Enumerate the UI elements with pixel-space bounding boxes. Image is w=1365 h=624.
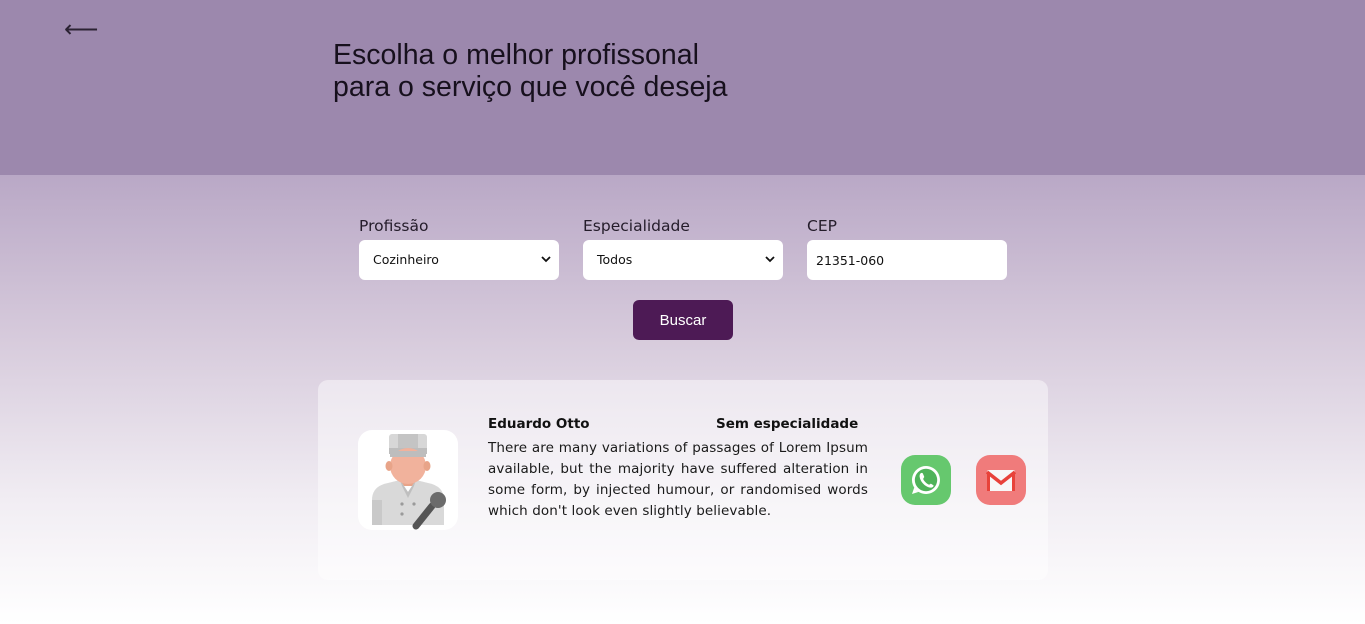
professional-specialty: Sem especialidade xyxy=(716,416,859,432)
chevron-down-icon xyxy=(765,256,775,263)
gmail-icon xyxy=(985,470,1017,491)
profissao-select[interactable]: Cozinheiro xyxy=(359,240,559,280)
professional-description: There are many variations of passages of… xyxy=(488,440,868,519)
especialidade-label: Especialidade xyxy=(583,217,690,235)
cep-label: CEP xyxy=(807,217,837,235)
chef-avatar-icon xyxy=(358,430,458,530)
especialidade-value: Todos xyxy=(597,252,633,267)
chevron-down-icon xyxy=(541,256,551,263)
whatsapp-button[interactable] xyxy=(901,455,951,505)
professional-name: Eduardo Otto xyxy=(488,416,590,432)
page-title: Escolha o melhor profissonal para o serv… xyxy=(333,39,728,103)
back-button[interactable]: ⟵ xyxy=(64,14,99,44)
page-header: ⟵ Escolha o melhor profissonal para o se… xyxy=(0,0,1365,175)
profissao-label: Profissão xyxy=(359,217,429,235)
whatsapp-icon xyxy=(911,465,940,494)
email-button[interactable] xyxy=(976,455,1026,505)
profissao-value: Cozinheiro xyxy=(373,252,439,267)
arrow-left-icon: ⟵ xyxy=(64,15,99,43)
especialidade-select[interactable]: Todos xyxy=(583,240,783,280)
professional-card: Eduardo Otto Sem especialidade There are… xyxy=(318,380,1048,580)
cep-input[interactable] xyxy=(807,240,1007,280)
search-button[interactable]: Buscar xyxy=(633,300,733,340)
